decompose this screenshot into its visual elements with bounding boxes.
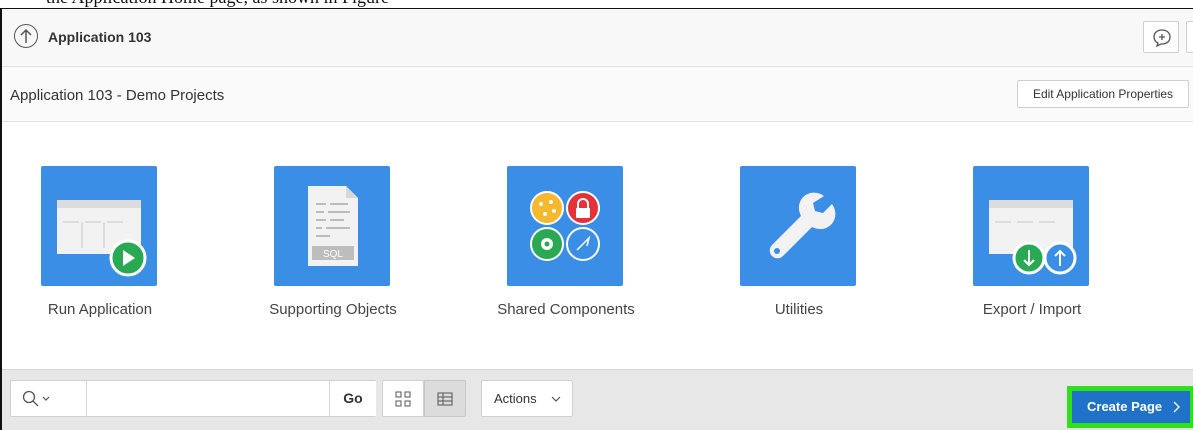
caption-fragment: the Application Home page, as shown in F… — [0, 0, 1193, 8]
export-import-icon — [973, 166, 1089, 286]
page-toolbar: Go Actions Create Page — [2, 369, 1193, 430]
app-title: Application 103 — [48, 29, 152, 45]
wrench-icon — [740, 166, 856, 286]
create-page-button[interactable]: Create Page — [1072, 391, 1190, 423]
create-page-label: Create Page — [1087, 399, 1163, 414]
region-title: Application 103 - Demo Projects — [10, 87, 225, 104]
tile-label: Utilities — [774, 301, 824, 318]
search-column-menu[interactable] — [11, 381, 87, 416]
tile-export-import[interactable]: Export / Import — [932, 166, 1132, 326]
sql-badge: SQL — [323, 249, 343, 260]
tile-label: Export / Import — [982, 301, 1082, 318]
shared-components-icon — [507, 166, 623, 286]
grid-icon — [395, 391, 411, 407]
chevron-right-icon — [1173, 401, 1180, 413]
tile-supporting-objects[interactable]: SQL Supporting Objects — [233, 166, 433, 326]
actions-label: Actions — [494, 391, 537, 406]
tile-utilities[interactable]: Utilities — [699, 166, 899, 326]
chevron-down-icon — [551, 396, 561, 402]
region-header: Application 103 - Demo Projects Edit App… — [2, 67, 1193, 122]
report-view-button[interactable] — [424, 380, 466, 417]
tile-label: Supporting Objects — [269, 301, 397, 318]
create-page-highlight: Create Page — [1067, 386, 1193, 428]
table-icon — [437, 392, 453, 406]
run-application-icon — [41, 166, 157, 286]
tile-run-application[interactable]: Run Application — [0, 166, 200, 326]
search-bar: Go — [10, 380, 376, 417]
feedback-button[interactable] — [1143, 21, 1179, 53]
up-arrow-icon[interactable] — [14, 24, 38, 48]
app-builder-frame: Application 103 Application 103 - Demo P… — [0, 8, 1193, 430]
icon-view-button[interactable] — [382, 380, 424, 417]
tile-label: Run Application — [47, 301, 153, 318]
overflow-button[interactable] — [1186, 21, 1193, 53]
edit-application-properties-button[interactable]: Edit Application Properties — [1017, 80, 1189, 108]
sql-script-icon: SQL — [274, 166, 390, 286]
tile-label: Shared Components — [497, 301, 635, 318]
feedback-icon — [1153, 29, 1171, 48]
search-input[interactable] — [88, 381, 328, 416]
go-button[interactable]: Go — [329, 381, 376, 416]
actions-menu-button[interactable]: Actions — [481, 380, 573, 417]
app-header: Application 103 — [2, 9, 1193, 67]
tile-shared-components[interactable]: Shared Components — [466, 166, 666, 326]
search-icon — [22, 390, 50, 407]
